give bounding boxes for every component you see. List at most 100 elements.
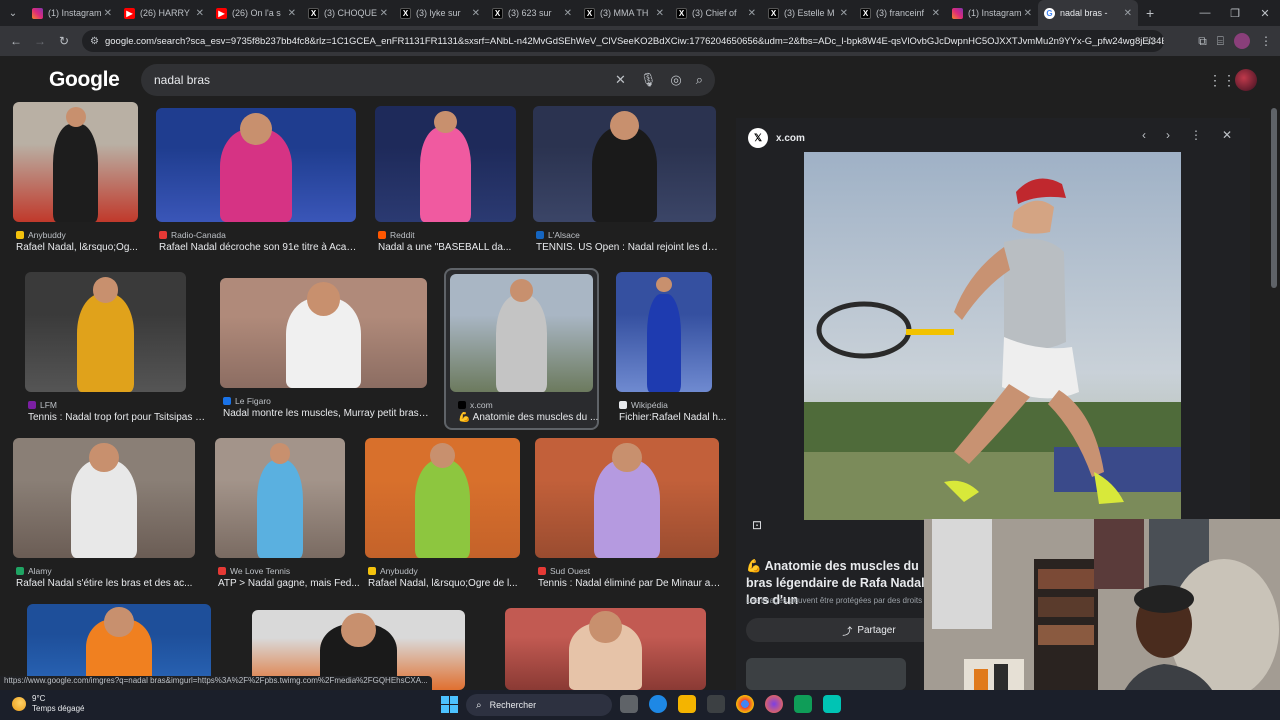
taskbar-search[interactable]: ⌕ Rechercher	[466, 694, 612, 716]
tab-1[interactable]: ▶ (26) HARRY ✕	[118, 0, 210, 26]
close-tab-icon[interactable]: ✕	[932, 8, 940, 19]
clear-icon[interactable]: ✕	[615, 72, 626, 88]
tab-11[interactable]: Gnadal bras - ✕	[1038, 0, 1138, 26]
close-tab-icon[interactable]: ✕	[1124, 8, 1132, 19]
tab-2[interactable]: ▶ (26) On l'a s ✕	[210, 0, 302, 26]
result-source[interactable]: We Love Tennis	[218, 566, 290, 576]
result-source[interactable]: Anybuddy	[368, 566, 418, 576]
search-box[interactable]: nadal bras ✕ 🎙 ◎ ⌕	[141, 64, 715, 96]
result-thumbnail[interactable]	[616, 272, 712, 392]
google-logo[interactable]: Google	[49, 68, 120, 92]
next-icon[interactable]: ›	[1166, 128, 1170, 142]
result-source[interactable]: Sud Ouest	[538, 566, 590, 576]
edge-icon[interactable]	[649, 695, 667, 713]
reload-icon[interactable]: ↻	[52, 34, 76, 48]
result-source[interactable]: Alamy	[16, 566, 52, 576]
result-thumbnail[interactable]	[450, 274, 593, 392]
result-thumbnail[interactable]	[13, 102, 138, 222]
close-tab-icon[interactable]: ✕	[196, 8, 204, 19]
store-icon[interactable]	[707, 695, 725, 713]
close-tab-icon[interactable]: ✕	[564, 8, 572, 19]
result-thumbnail[interactable]	[535, 438, 719, 558]
result-source[interactable]: Wikipédia	[619, 400, 668, 410]
minimize-icon[interactable]: —	[1190, 7, 1220, 19]
tab-8[interactable]: X (3) Estelle M ✕	[762, 0, 854, 26]
result-source[interactable]: LFM	[28, 400, 57, 410]
result-caption[interactable]: TENNIS. US Open : Nadal rejoint les de..…	[536, 242, 719, 253]
close-tab-icon[interactable]: ✕	[840, 8, 848, 19]
account-avatar[interactable]	[1235, 69, 1257, 91]
result-thumbnail[interactable]	[215, 438, 345, 558]
result-caption[interactable]: Fichier:Rafael Nadal h...	[619, 412, 730, 423]
firefox-icon[interactable]	[765, 695, 783, 713]
search-input[interactable]: nadal bras	[154, 73, 210, 87]
result-thumbnail[interactable]	[505, 608, 706, 690]
lens-icon[interactable]: ◎	[670, 72, 681, 88]
chrome-icon[interactable]	[736, 695, 754, 713]
result-source[interactable]: Anybuddy	[16, 230, 66, 240]
result-source[interactable]: Radio-Canada	[159, 230, 226, 240]
result-source[interactable]: Le Figaro	[223, 396, 271, 406]
result-caption[interactable]: 💪 Anatomie des muscles du ...	[458, 412, 636, 423]
menu-dots-icon[interactable]: ⋮	[1260, 34, 1272, 48]
tab-9[interactable]: X (3) franceinf ✕	[854, 0, 946, 26]
result-thumbnail[interactable]	[533, 106, 716, 222]
tab-0[interactable]: (1) Instagram ✕	[26, 0, 118, 26]
back-icon[interactable]: ←	[4, 34, 28, 48]
tab-4[interactable]: X (3) lyke sur ✕	[394, 0, 486, 26]
result-caption[interactable]: Tennis : Nadal éliminé par De Minaur au.…	[538, 578, 722, 589]
result-source[interactable]: L'Alsace	[536, 230, 580, 240]
windows-start-icon[interactable]	[441, 696, 458, 713]
tab-5[interactable]: X (3) 623 sur ✕	[486, 0, 578, 26]
file-explorer-icon[interactable]	[678, 695, 696, 713]
extensions-icon[interactable]: ⧉	[1198, 34, 1207, 49]
result-source[interactable]: Reddit	[378, 230, 415, 240]
forward-icon[interactable]: →	[28, 34, 52, 48]
tab-search-icon[interactable]: ⌸	[1217, 34, 1224, 49]
previous-icon[interactable]: ‹	[1142, 128, 1146, 142]
result-caption[interactable]: Rafael Nadal décroche son 91e titre à Ac…	[159, 242, 359, 253]
result-thumbnail[interactable]	[156, 108, 356, 222]
close-panel-icon[interactable]: ✕	[1222, 128, 1232, 142]
close-tab-icon[interactable]: ✕	[380, 8, 388, 19]
result-thumbnail[interactable]	[25, 272, 186, 392]
tab-10[interactable]: (1) Instagram ✕	[946, 0, 1038, 26]
result-caption[interactable]: Nadal montre les muscles, Murray petit b…	[223, 408, 430, 419]
tab-7[interactable]: X (3) Chief of ✕	[670, 0, 762, 26]
preview-image[interactable]	[804, 152, 1181, 520]
site-info-icon[interactable]: ⚙	[90, 36, 99, 47]
app-green-icon[interactable]	[794, 695, 812, 713]
result-caption[interactable]: Rafael Nadal s'étire les bras et des ac.…	[16, 578, 198, 589]
microphone-icon[interactable]: 🎙	[640, 72, 657, 88]
close-tab-icon[interactable]: ✕	[472, 8, 480, 19]
more-options-icon[interactable]: ⋮	[1190, 128, 1202, 142]
result-thumbnail[interactable]	[13, 438, 195, 558]
new-tab-button[interactable]: +	[1146, 5, 1154, 21]
page-scrollbar[interactable]	[1271, 108, 1277, 288]
app-teal-icon[interactable]	[823, 695, 841, 713]
tab-3[interactable]: X (3) CHOQUE ✕	[302, 0, 394, 26]
close-tab-icon[interactable]: ✕	[748, 8, 756, 19]
result-thumbnail[interactable]	[375, 106, 516, 222]
profile-avatar[interactable]	[1234, 33, 1250, 49]
maximize-icon[interactable]: ❐	[1220, 7, 1250, 20]
close-tab-icon[interactable]: ✕	[1024, 8, 1032, 19]
tab-6[interactable]: X (3) MMA TH ✕	[578, 0, 670, 26]
lens-search-icon[interactable]: ⊡	[752, 518, 762, 532]
result-thumbnail[interactable]	[220, 278, 427, 388]
apps-grid-icon[interactable]: ⋮⋮	[1208, 72, 1236, 89]
result-caption[interactable]: Nadal a une "BASEBALL da...	[378, 242, 556, 253]
result-caption[interactable]: Rafael Nadal, l&rsquo;Ogre de l...	[368, 578, 546, 589]
close-tab-icon[interactable]: ✕	[104, 8, 112, 19]
close-window-icon[interactable]: ✕	[1250, 7, 1280, 20]
bookmark-star-icon[interactable]: ☆	[1145, 34, 1156, 48]
related-image[interactable]	[746, 658, 906, 690]
result-source[interactable]: x.com	[458, 400, 493, 410]
result-thumbnail[interactable]	[365, 438, 520, 558]
search-icon[interactable]: ⌕	[696, 72, 703, 88]
task-view-icon[interactable]	[620, 695, 638, 713]
result-caption[interactable]: Tennis : Nadal trop fort pour Tsitsipas …	[28, 412, 206, 423]
panel-source[interactable]: 𝕏 x.com	[748, 128, 805, 148]
weather-widget[interactable]: 9°C Temps dégagé	[12, 694, 84, 714]
close-tab-icon[interactable]: ✕	[288, 8, 296, 19]
